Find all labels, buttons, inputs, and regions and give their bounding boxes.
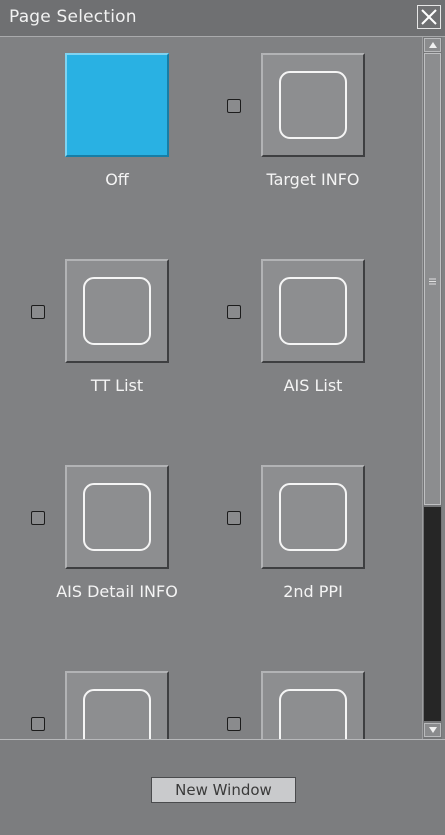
new-window-button[interactable]: New Window	[151, 777, 296, 803]
page-checkbox[interactable]	[31, 511, 45, 525]
page-item-tt-list[interactable]: TT List	[0, 243, 196, 413]
page-checkbox[interactable]	[227, 99, 241, 113]
scroll-down-button[interactable]	[424, 723, 441, 737]
page-label: TT List	[90, 376, 144, 395]
page-item-2nd-ppi[interactable]: 2nd PPI	[196, 449, 392, 619]
title-bar: Page Selection	[0, 0, 445, 37]
page-tile-off[interactable]	[65, 53, 169, 157]
page-item-ais-detail-info[interactable]: AIS Detail INFO	[0, 449, 196, 619]
close-icon	[421, 9, 437, 25]
page-item-row4-right[interactable]	[196, 655, 392, 739]
page-grid: Off Target INFO TT List AIS List AIS Det…	[0, 37, 422, 739]
page-checkbox[interactable]	[31, 305, 45, 319]
scroll-grip-icon	[429, 278, 436, 285]
page-selection-window: Page Selection Off Target INFO TT List A…	[0, 0, 445, 835]
close-button[interactable]	[417, 5, 441, 29]
page-item-ais-list[interactable]: AIS List	[196, 243, 392, 413]
page-label: Target INFO	[266, 170, 360, 189]
page-label: Off	[105, 170, 129, 189]
page-item-off[interactable]: Off	[0, 37, 196, 207]
page-tile-icon	[279, 71, 347, 139]
scroll-thumb[interactable]	[424, 53, 441, 505]
page-tile-2nd-ppi[interactable]	[261, 465, 365, 569]
page-item-row4-left[interactable]	[0, 655, 196, 739]
page-tile-icon	[279, 689, 347, 739]
page-label: 2nd PPI	[283, 582, 343, 601]
page-checkbox[interactable]	[227, 717, 241, 731]
page-tile-icon	[83, 483, 151, 551]
scroll-up-button[interactable]	[424, 38, 441, 52]
page-tile-icon	[83, 689, 151, 739]
page-item-target-info[interactable]: Target INFO	[196, 37, 392, 207]
page-tile-ais-list[interactable]	[261, 259, 365, 363]
page-tile-target-info[interactable]	[261, 53, 365, 157]
window-title: Page Selection	[9, 7, 137, 27]
page-tile-icon	[279, 483, 347, 551]
page-tile[interactable]	[261, 671, 365, 739]
page-tile-tt-list[interactable]	[65, 259, 169, 363]
scroll-up-icon	[428, 42, 437, 48]
page-tile-icon	[83, 277, 151, 345]
footer-bar: New Window	[0, 739, 445, 835]
scroll-track[interactable]	[424, 507, 441, 721]
scroll-down-icon	[428, 727, 437, 733]
page-label: AIS Detail INFO	[56, 582, 178, 601]
page-tile[interactable]	[65, 671, 169, 739]
page-checkbox[interactable]	[227, 305, 241, 319]
page-tile-icon	[279, 277, 347, 345]
vertical-scrollbar[interactable]	[422, 37, 442, 739]
page-tile-ais-detail-info[interactable]	[65, 465, 169, 569]
page-checkbox[interactable]	[227, 511, 241, 525]
page-checkbox[interactable]	[31, 717, 45, 731]
page-label: AIS List	[283, 376, 343, 395]
